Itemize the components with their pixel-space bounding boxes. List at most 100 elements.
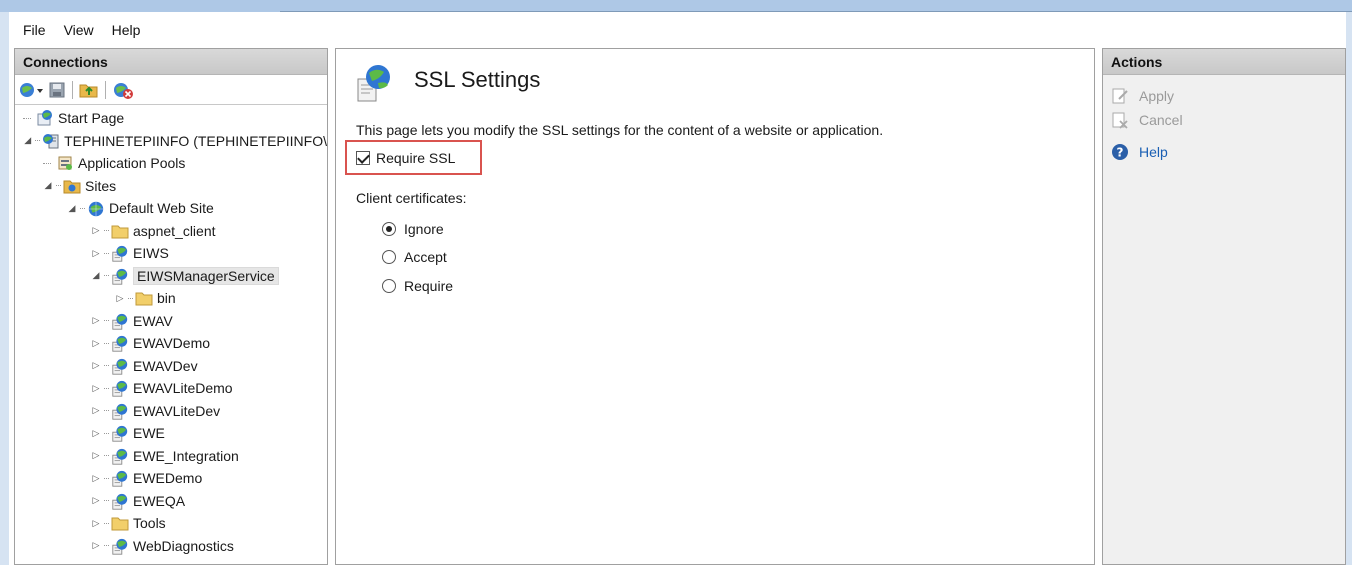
collapsed-arrow-icon[interactable]: ▷ <box>91 405 101 416</box>
tree-item-label[interactable]: EWAVLiteDev <box>133 403 220 419</box>
tree-item-label[interactable]: EWAV <box>133 313 173 329</box>
tree-item[interactable]: ▷ aspnet_client <box>15 220 327 243</box>
tree-item-label[interactable]: Default Web Site <box>109 200 214 216</box>
tree-item-label[interactable]: Start Page <box>58 110 124 126</box>
tree-item[interactable]: ▷ EWAVDemo <box>15 332 327 355</box>
tree-item[interactable]: Start Page <box>15 107 327 130</box>
tree-item[interactable]: ◢ EIWSManagerService <box>15 265 327 288</box>
folder-icon <box>111 514 129 532</box>
collapsed-arrow-icon[interactable]: ▷ <box>91 428 101 438</box>
connect-globe-icon[interactable] <box>18 79 44 101</box>
tree-item-label[interactable]: EWAVDemo <box>133 335 210 351</box>
expanded-arrow-icon[interactable]: ◢ <box>91 270 101 281</box>
help-action[interactable]: ? Help <box>1111 143 1168 161</box>
tree-item-label[interactable]: aspnet_client <box>133 223 216 239</box>
tree-item[interactable]: ▷ EWEDemo <box>15 467 327 490</box>
disconnect-icon[interactable] <box>112 79 134 101</box>
apply-action[interactable]: Apply <box>1111 87 1174 105</box>
tree-connector <box>104 252 109 254</box>
radio-accept[interactable] <box>382 250 396 264</box>
require-ssl-checkbox[interactable] <box>356 151 370 165</box>
collapsed-arrow-icon[interactable]: ▷ <box>91 248 101 258</box>
tree-connector <box>104 545 109 547</box>
radio-ignore-row[interactable]: Ignore <box>382 221 444 237</box>
require-ssl-label[interactable]: Require SSL <box>376 150 455 166</box>
collapsed-arrow-icon[interactable]: ▷ <box>91 315 101 326</box>
tree-item[interactable]: ◢ Sites <box>15 175 327 198</box>
up-folder-icon[interactable] <box>79 79 99 101</box>
radio-ignore[interactable] <box>382 222 396 236</box>
tree-item-label[interactable]: EWAVDev <box>133 358 198 374</box>
radio-require[interactable] <box>382 279 396 293</box>
collapsed-arrow-icon[interactable]: ▷ <box>91 450 101 461</box>
radio-require-label[interactable]: Require <box>404 278 453 294</box>
cancel-action[interactable]: Cancel <box>1111 111 1183 129</box>
help-label[interactable]: Help <box>1139 144 1168 160</box>
help-icon: ? <box>1111 143 1129 161</box>
tree-connector <box>104 477 109 479</box>
tree-item[interactable]: ▷ bin <box>15 287 327 310</box>
tree-item[interactable]: ▷ EWAVLiteDemo <box>15 377 327 400</box>
tree-item-label[interactable]: TEPHINETEPIINFO (TEPHINETEPIINFO\ <box>64 133 327 149</box>
tree-item[interactable]: Application Pools <box>15 152 327 175</box>
collapsed-arrow-icon[interactable]: ▷ <box>91 360 101 371</box>
collapsed-arrow-icon[interactable]: ▷ <box>91 338 101 348</box>
collapsed-arrow-icon[interactable]: ▷ <box>91 518 101 528</box>
tree-item[interactable]: ◢ TEPHINETEPIINFO (TEPHINETEPIINFO\ <box>15 130 327 153</box>
tree-item[interactable]: ◢ Default Web Site <box>15 197 327 220</box>
tree-item-label[interactable]: EWE_Integration <box>133 448 239 464</box>
tree-item[interactable]: ▷ EWAVLiteDev <box>15 400 327 423</box>
radio-accept-row[interactable]: Accept <box>382 249 447 265</box>
save-icon[interactable] <box>48 79 66 101</box>
tree-connector <box>104 500 109 502</box>
expanded-arrow-icon[interactable]: ◢ <box>23 135 32 146</box>
tree-item[interactable]: ▷ EWE <box>15 422 327 445</box>
tree-item[interactable]: ▷ EWAVDev <box>15 355 327 378</box>
tree-item[interactable]: ▷ EIWS <box>15 242 327 265</box>
tree-item[interactable]: ▷ Tools <box>15 512 327 535</box>
toolbar-separator <box>72 80 73 99</box>
tree-connector <box>56 185 61 187</box>
tree-item[interactable]: ▷ EWEQA <box>15 490 327 513</box>
collapsed-arrow-icon[interactable]: ▷ <box>91 383 101 393</box>
page-description: This page lets you modify the SSL settin… <box>356 122 884 138</box>
expanded-arrow-icon[interactable]: ◢ <box>43 180 53 191</box>
tree-item-label[interactable]: WebDiagnostics <box>133 538 234 554</box>
tree-item-label[interactable]: EWAVLiteDemo <box>133 380 233 396</box>
tree-connector <box>128 297 133 299</box>
menu-file[interactable]: File <box>14 18 55 42</box>
collapsed-arrow-icon[interactable]: ▷ <box>91 225 101 236</box>
apply-label[interactable]: Apply <box>1139 88 1174 104</box>
tree-item-label[interactable]: EWE <box>133 425 165 441</box>
tree-item-label[interactable]: Tools <box>133 515 166 531</box>
tree-item-label[interactable]: EWEDemo <box>133 470 202 486</box>
tree-item-label[interactable]: EIWS <box>133 245 169 261</box>
radio-require-row[interactable]: Require <box>382 278 453 294</box>
web-app-icon <box>111 379 129 397</box>
collapsed-arrow-icon[interactable]: ▷ <box>91 540 101 551</box>
require-ssl-checkbox-row[interactable]: Require SSL <box>356 150 455 166</box>
web-app-icon <box>111 334 129 352</box>
connections-pane: Connections Start Page ◢ TEPHINETEPIINFO (… <box>14 48 328 565</box>
tree-item-label[interactable]: EWEQA <box>133 493 185 509</box>
tree-connector <box>104 365 109 367</box>
tree-item-label[interactable]: EIWSManagerService <box>133 266 279 285</box>
menu-help[interactable]: Help <box>103 18 150 42</box>
menu-view[interactable]: View <box>55 18 103 42</box>
tree-item[interactable]: ▷ WebDiagnostics <box>15 535 327 558</box>
radio-accept-label[interactable]: Accept <box>404 249 447 265</box>
tree-connector <box>104 455 109 457</box>
cancel-label[interactable]: Cancel <box>1139 112 1183 128</box>
expanded-arrow-icon[interactable]: ◢ <box>67 203 77 213</box>
collapsed-arrow-icon[interactable]: ▷ <box>91 473 101 483</box>
collapsed-arrow-icon[interactable]: ▷ <box>91 495 101 506</box>
tree-item[interactable]: ▷ EWE_Integration <box>15 445 327 468</box>
tree-connector <box>104 387 109 389</box>
actions-header: Actions <box>1103 49 1345 75</box>
tree-item[interactable]: ▷ EWAV <box>15 310 327 333</box>
tree-item-label[interactable]: Sites <box>85 178 116 194</box>
radio-ignore-label[interactable]: Ignore <box>404 221 444 237</box>
tree-item-label[interactable]: Application Pools <box>78 155 185 171</box>
tree-item-label[interactable]: bin <box>157 290 176 306</box>
collapsed-arrow-icon[interactable]: ▷ <box>115 293 125 303</box>
